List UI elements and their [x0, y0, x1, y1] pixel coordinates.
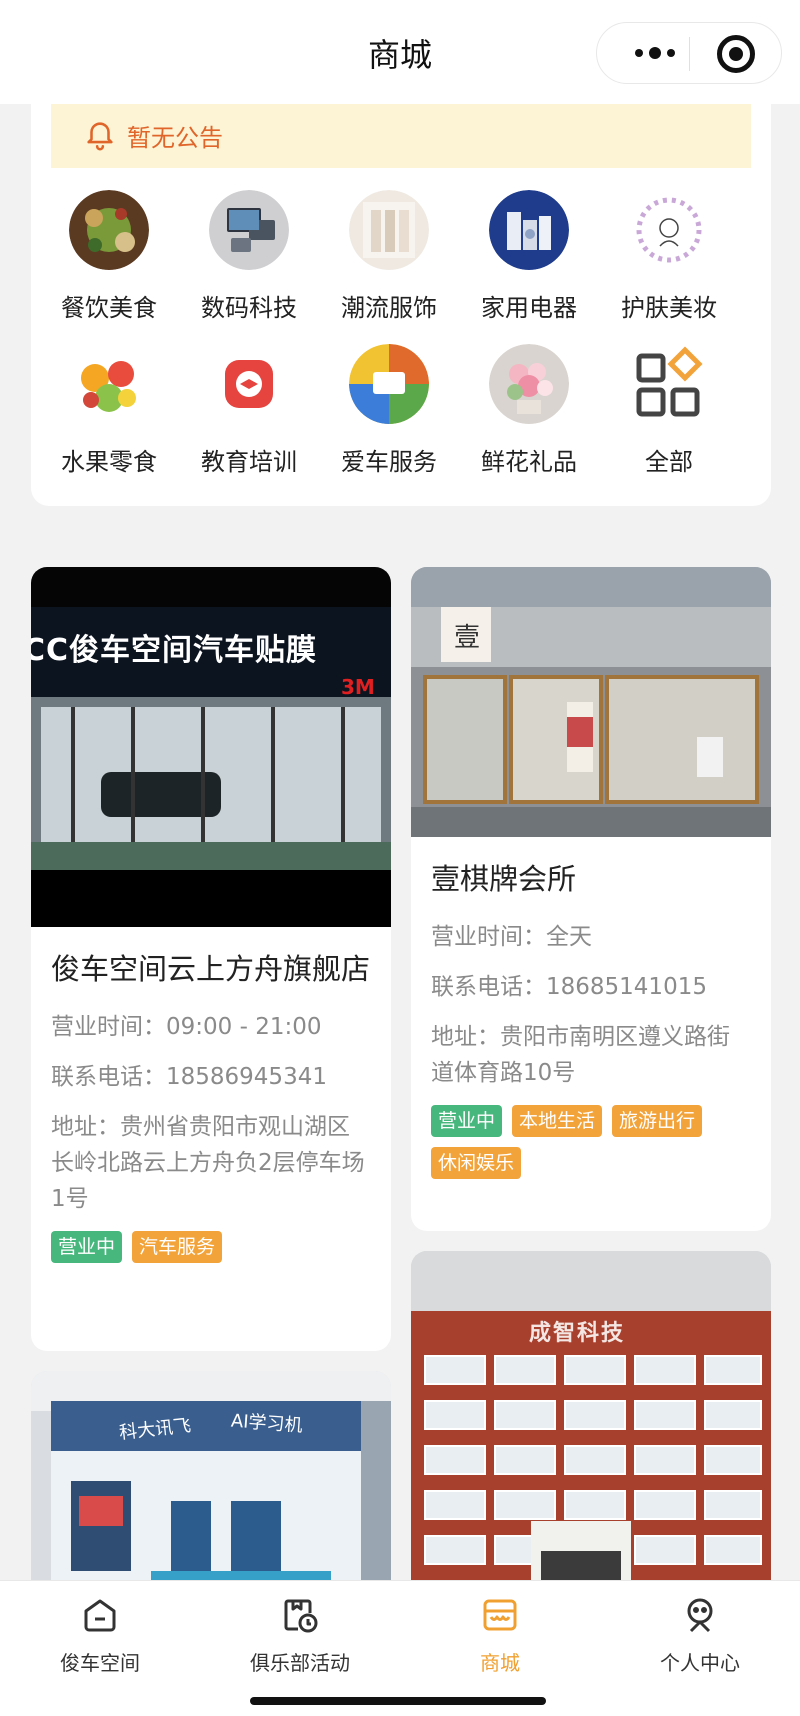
category-education[interactable]: 教育培训	[179, 344, 319, 477]
category-label: 数码科技	[201, 294, 297, 322]
category-food[interactable]: 餐饮美食	[39, 190, 179, 323]
cosmetics-icon	[629, 190, 709, 270]
store-phone[interactable]: 联系电话：18586945341	[51, 1059, 371, 1095]
home-icon	[84, 1599, 116, 1632]
store-address: 地址：贵阳市南明区遵义路街道体育路10号	[431, 1024, 730, 1086]
food-icon	[69, 190, 149, 270]
store-address: 地址：贵州省贵阳市观山湖区长岭北路云上方舟负2层停车场1号	[51, 1114, 365, 1212]
category-label: 餐饮美食	[61, 294, 157, 322]
close-target-icon[interactable]	[717, 35, 755, 73]
category-car-service[interactable]: 爱车服务	[319, 344, 459, 477]
store-image: CC俊车空间汽车贴膜 3M	[31, 567, 391, 927]
category-tag: 汽车服务	[132, 1231, 223, 1263]
tab-bar: 俊车空间 俱乐部活动 商城 个人中心	[0, 1580, 800, 1716]
category-label: 教育培训	[201, 448, 297, 476]
category-label: 全部	[645, 448, 693, 476]
category-card: 暂无公告 餐饮美食 数码科技 潮流服饰 家用电器 护肤美妆 水果零食 教育培训 …	[31, 90, 771, 506]
nav-header: 商城	[0, 0, 800, 104]
tab-label: 商城	[480, 1651, 520, 1675]
fruit-icon	[69, 344, 149, 424]
status-badge: 营业中	[51, 1231, 123, 1263]
status-badge: 营业中	[431, 1105, 503, 1137]
category-fashion[interactable]: 潮流服饰	[319, 190, 459, 323]
tab-label: 俊车空间	[60, 1651, 140, 1675]
store-sign-text-2: AI学习机	[230, 1410, 304, 1437]
more-icon[interactable]	[623, 33, 687, 73]
category-label: 家用电器	[481, 294, 577, 322]
category-label: 护肤美妆	[621, 294, 717, 322]
grid-all-icon	[629, 344, 709, 424]
shop-icon	[483, 1599, 517, 1631]
digital-icon	[209, 190, 289, 270]
tab-home[interactable]: 俊车空间	[0, 1595, 200, 1676]
store-card[interactable]: 成智科技	[411, 1251, 771, 1631]
category-label: 水果零食	[61, 448, 157, 476]
tab-profile[interactable]: 个人中心	[600, 1595, 800, 1676]
category-label: 鲜花礼品	[481, 448, 577, 476]
category-digital[interactable]: 数码科技	[179, 190, 319, 323]
store-sign-text: 壹	[454, 623, 481, 653]
flower-icon	[489, 344, 569, 424]
notice-bar[interactable]: 暂无公告	[51, 102, 751, 168]
tab-shop[interactable]: 商城	[400, 1595, 600, 1676]
bell-icon	[87, 122, 113, 151]
store-sign-text: CC俊车空间汽车贴膜	[31, 633, 318, 668]
category-fruit[interactable]: 水果零食	[39, 344, 179, 477]
store-name: 俊车空间云上方舟旗舰店	[51, 952, 371, 986]
user-icon	[687, 1598, 713, 1633]
car-service-icon	[349, 344, 429, 424]
category-tag: 本地生活	[512, 1105, 603, 1137]
home-indicator	[250, 1697, 546, 1705]
category-tag: 旅游出行	[612, 1105, 703, 1137]
store-image: 成智科技	[411, 1251, 771, 1631]
fashion-icon	[349, 190, 429, 270]
calendar-clock-icon	[284, 1599, 318, 1633]
appliance-icon	[489, 190, 569, 270]
store-name: 壹棋牌会所	[431, 862, 577, 896]
store-card[interactable]: 壹 壹棋牌会所 营业时间：全天 联系电话：18685141015 地址：贵阳市南…	[411, 567, 771, 1231]
store-hours: 营业时间：全天	[431, 924, 592, 950]
tab-label: 俱乐部活动	[250, 1651, 350, 1675]
category-flower[interactable]: 鲜花礼品	[459, 344, 599, 477]
store-hours: 营业时间：09:00 - 21:00	[51, 1014, 322, 1040]
category-label: 潮流服饰	[341, 294, 437, 322]
tab-club-activity[interactable]: 俱乐部活动	[200, 1595, 400, 1676]
education-icon	[209, 344, 289, 424]
store-tags: 营业中 本地生活 旅游出行 休闲娱乐	[431, 1105, 751, 1179]
miniprogram-capsule	[596, 22, 782, 84]
category-tag: 休闲娱乐	[431, 1147, 522, 1179]
store-sign-text: 成智科技	[529, 1321, 626, 1346]
category-all[interactable]: 全部	[599, 344, 739, 477]
tab-label: 个人中心	[660, 1651, 740, 1675]
store-tags: 营业中 汽车服务	[51, 1231, 371, 1263]
store-image: 壹	[411, 567, 771, 837]
store-sign-badge: 3M	[341, 675, 375, 699]
capsule-divider	[689, 37, 690, 71]
store-card[interactable]: CC俊车空间汽车贴膜 3M 俊车空间云上方舟旗舰店 营业时间：09:00 - 2…	[31, 567, 391, 1351]
category-label: 爱车服务	[341, 448, 437, 476]
category-appliance[interactable]: 家用电器	[459, 190, 599, 323]
category-cosmetics[interactable]: 护肤美妆	[599, 190, 739, 323]
notice-text: 暂无公告	[127, 123, 223, 152]
store-phone[interactable]: 联系电话：18685141015	[431, 969, 751, 1005]
